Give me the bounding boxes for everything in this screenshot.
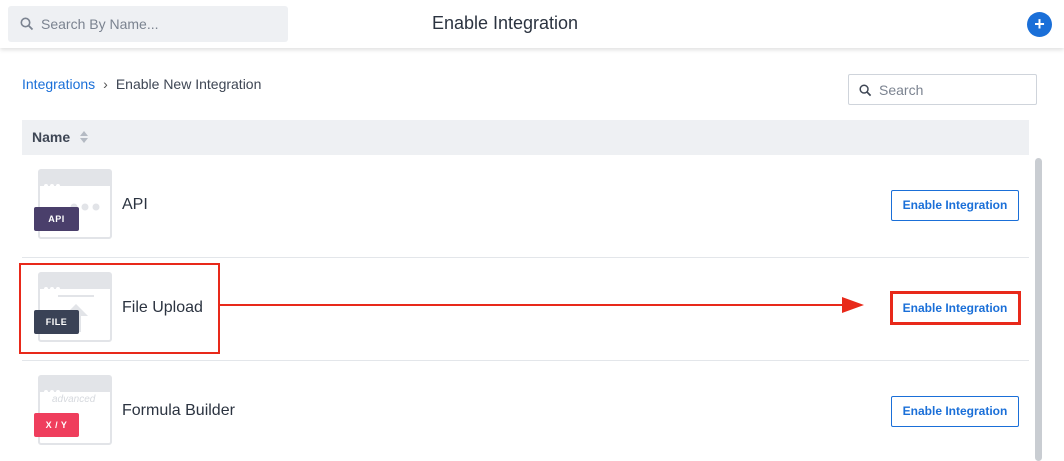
api-tag: API <box>34 207 79 231</box>
annotation-highlight-file-upload <box>19 263 220 354</box>
table-header: Name <box>22 120 1029 155</box>
enable-integration-button[interactable]: Enable Integration <box>891 396 1019 427</box>
table-search-placeholder: Search <box>879 82 924 98</box>
breadcrumb-separator: › <box>103 76 108 92</box>
page-title: Enable Integration <box>431 13 579 33</box>
column-header-name[interactable]: Name <box>32 129 70 145</box>
integration-thumbnail: advanced X / Y <box>34 375 112 445</box>
sort-icon[interactable] <box>80 131 88 143</box>
breadcrumb-integrations-link[interactable]: Integrations <box>22 76 95 92</box>
top-bar: Search By Name... Enable Integration + <box>0 0 1064 48</box>
annotation-arrow <box>220 297 864 313</box>
breadcrumb-current: Enable New Integration <box>115 76 262 92</box>
formula-tag: X / Y <box>34 413 79 437</box>
table-row: advanced X / Y Formula Builder Enable In… <box>22 361 1029 461</box>
enable-integration-button[interactable]: Enable Integration <box>891 190 1019 221</box>
integration-name: API <box>122 196 148 213</box>
thumbnail-caption: advanced <box>52 394 96 405</box>
integration-thumbnail: API <box>34 169 112 239</box>
table-search-input[interactable]: Search <box>848 74 1037 105</box>
breadcrumb: Integrations › Enable New Integration <box>22 76 261 92</box>
table-row: API API Enable Integration <box>22 155 1029 258</box>
scrollbar-thumb[interactable] <box>1035 158 1042 461</box>
search-icon <box>859 84 872 97</box>
add-button[interactable]: + <box>1027 12 1052 37</box>
annotation-highlight-enable-button <box>890 291 1021 325</box>
integration-name: Formula Builder <box>122 402 235 419</box>
